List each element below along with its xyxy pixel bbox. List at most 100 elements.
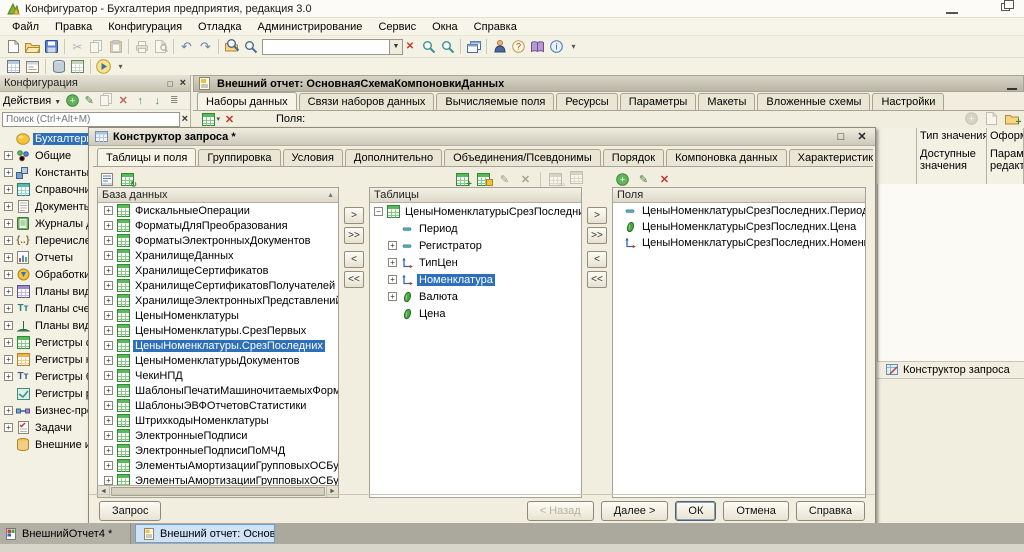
transfer-add-all-button[interactable]: >> bbox=[587, 227, 607, 244]
delete-grey-icon[interactable]: ✕ bbox=[516, 170, 535, 188]
transfer-remove-all-button[interactable]: << bbox=[587, 271, 607, 288]
copy-grey-icon[interactable] bbox=[982, 111, 1001, 128]
database-table-row[interactable]: +ФорматыДляПреобразования bbox=[98, 218, 338, 233]
transfer-remove-button[interactable]: < bbox=[587, 251, 607, 268]
transfer-remove-button[interactable]: < bbox=[344, 251, 364, 268]
search-clear-icon[interactable]: ✕ bbox=[403, 39, 417, 55]
expander-icon[interactable]: + bbox=[4, 151, 13, 160]
add-dataset-icon[interactable]: ▾ bbox=[199, 111, 218, 129]
report-tab-0[interactable]: Наборы данных bbox=[197, 92, 297, 111]
edit-icon[interactable]: ✎ bbox=[81, 93, 97, 108]
forward-icon[interactable]: ↷ bbox=[196, 38, 215, 56]
move-up-icon[interactable]: ↑ bbox=[132, 93, 148, 108]
expander-icon[interactable]: + bbox=[388, 275, 397, 284]
menu-item-3[interactable]: Отладка bbox=[190, 19, 249, 35]
expander-icon[interactable]: + bbox=[104, 296, 113, 305]
query-text-icon[interactable] bbox=[97, 170, 116, 188]
expander-icon[interactable]: + bbox=[104, 461, 113, 470]
delete-icon[interactable]: ✕ bbox=[115, 93, 131, 108]
menu-item-6[interactable]: Окна bbox=[424, 19, 466, 35]
config-search-input[interactable] bbox=[2, 112, 180, 127]
expander-icon[interactable]: + bbox=[104, 206, 113, 215]
database-table-row[interactable]: +ЦеныНоменклатурыДокументов bbox=[98, 353, 338, 368]
clone-icon[interactable] bbox=[98, 93, 114, 108]
table-field-row[interactable]: Цена bbox=[370, 305, 581, 322]
database-table-row[interactable]: +ШаблоныПечатиМашиночитаемыхФорм bbox=[98, 383, 338, 398]
add-grey-icon[interactable]: + bbox=[962, 111, 981, 128]
info-icon[interactable]: i bbox=[547, 38, 566, 56]
add-icon[interactable]: + bbox=[64, 93, 80, 108]
menu-item-2[interactable]: Конфигурация bbox=[100, 19, 190, 35]
find-previous-icon[interactable] bbox=[438, 38, 457, 56]
table-field-row[interactable]: +Регистратор bbox=[370, 237, 581, 254]
expander-icon[interactable]: + bbox=[104, 251, 113, 260]
windows-icon[interactable] bbox=[464, 38, 483, 56]
database-table-row[interactable]: +ЭлектронныеПодписиПоМЧД bbox=[98, 443, 338, 458]
database-table-row[interactable]: +ЦеныНоменклатуры.СрезПоследних bbox=[98, 338, 338, 353]
expander-icon[interactable]: + bbox=[4, 253, 13, 262]
query-tab-0[interactable]: Таблицы и поля bbox=[97, 148, 196, 167]
start-debug-icon[interactable] bbox=[94, 58, 113, 76]
query-tab-7[interactable]: Характеристики bbox=[789, 149, 873, 166]
menu-item-7[interactable]: Справка bbox=[466, 19, 525, 35]
database-table-row[interactable]: +ФискальныеОперации bbox=[98, 203, 338, 218]
query-constructor-link[interactable]: Конструктор запроса bbox=[903, 364, 1010, 376]
expander-icon[interactable]: + bbox=[104, 281, 113, 290]
query-tab-6[interactable]: Компоновка данных bbox=[666, 149, 787, 166]
paste-icon[interactable] bbox=[106, 38, 125, 56]
search-dropdown-icon[interactable]: ▼ bbox=[390, 39, 403, 55]
query-tab-2[interactable]: Условия bbox=[283, 149, 343, 166]
toolbar-overflow-caret[interactable]: ▾ bbox=[566, 38, 585, 56]
expander-icon[interactable]: + bbox=[4, 236, 13, 245]
report-tab-7[interactable]: Настройки bbox=[872, 93, 944, 110]
database-table-row[interactable]: +ЭлектронныеПодписи bbox=[98, 428, 338, 443]
database-table-row[interactable]: +ФорматыЭлектронныхДокументов bbox=[98, 233, 338, 248]
expander-icon[interactable]: + bbox=[4, 185, 13, 194]
menu-item-0[interactable]: Файл bbox=[4, 19, 47, 35]
database-icon[interactable] bbox=[49, 58, 68, 76]
pin-icon[interactable]: ◻ bbox=[167, 79, 174, 88]
expander-icon[interactable]: + bbox=[4, 304, 13, 313]
delete-dataset-icon[interactable]: ✕ bbox=[220, 111, 239, 129]
database-table-row[interactable]: +ЭлементыАмортизацииГрупповыхОСБухгал bbox=[98, 458, 338, 473]
help-button[interactable]: Справка bbox=[796, 501, 865, 521]
expander-icon[interactable]: + bbox=[104, 476, 113, 485]
document-tab[interactable]: ВнешнийОтчет4 * bbox=[0, 523, 131, 544]
next-button[interactable]: Далее > bbox=[601, 501, 669, 521]
expander-icon[interactable]: + bbox=[4, 219, 13, 228]
back-button[interactable]: < Назад bbox=[527, 501, 594, 521]
move-down-icon[interactable]: ↓ bbox=[149, 93, 165, 108]
cut-icon[interactable]: ✂ bbox=[68, 38, 87, 56]
cancel-button[interactable]: Отмена bbox=[723, 501, 788, 521]
magnifier-icon[interactable] bbox=[241, 38, 260, 56]
expander-icon[interactable]: + bbox=[104, 326, 113, 335]
report-tab-3[interactable]: Ресурсы bbox=[556, 93, 617, 110]
transfer-add-all-button[interactable]: >> bbox=[344, 227, 364, 244]
clear-search-icon[interactable]: × bbox=[182, 113, 188, 125]
scroll-up-icon[interactable]: ▲ bbox=[327, 192, 334, 199]
expander-icon[interactable]: + bbox=[4, 270, 13, 279]
dialog-maximize-icon[interactable]: □ bbox=[833, 131, 849, 143]
expander-icon[interactable]: + bbox=[4, 202, 13, 211]
add-nested-query-icon[interactable] bbox=[474, 170, 493, 188]
transfer-add-button[interactable]: > bbox=[344, 207, 364, 224]
expander-icon[interactable]: + bbox=[388, 241, 397, 250]
expander-icon[interactable]: + bbox=[4, 355, 13, 364]
expander-icon[interactable]: + bbox=[4, 168, 13, 177]
expander-icon[interactable]: + bbox=[4, 287, 13, 296]
delete-red-icon[interactable]: ✕ bbox=[655, 170, 674, 188]
database-table-row[interactable]: +ЧекиНПД bbox=[98, 368, 338, 383]
query-tab-1[interactable]: Группировка bbox=[198, 149, 280, 166]
database-table-row[interactable]: +ХранилищеСертификатов bbox=[98, 263, 338, 278]
sort-icon[interactable]: ≣ bbox=[166, 93, 182, 108]
dialog-close-icon[interactable]: ✕ bbox=[854, 130, 870, 143]
expander-icon[interactable]: + bbox=[388, 292, 397, 301]
new-document-icon[interactable] bbox=[4, 38, 23, 56]
actions-menu-button[interactable]: Действия ▼ bbox=[3, 95, 61, 107]
expander-icon[interactable]: + bbox=[104, 431, 113, 440]
print-icon[interactable] bbox=[132, 38, 151, 56]
expander-icon[interactable]: + bbox=[104, 401, 113, 410]
toolbar-search-input[interactable] bbox=[262, 39, 390, 55]
close-panel-icon[interactable]: × bbox=[180, 77, 186, 89]
query-tab-4[interactable]: Объединения/Псевдонимы bbox=[444, 149, 601, 166]
